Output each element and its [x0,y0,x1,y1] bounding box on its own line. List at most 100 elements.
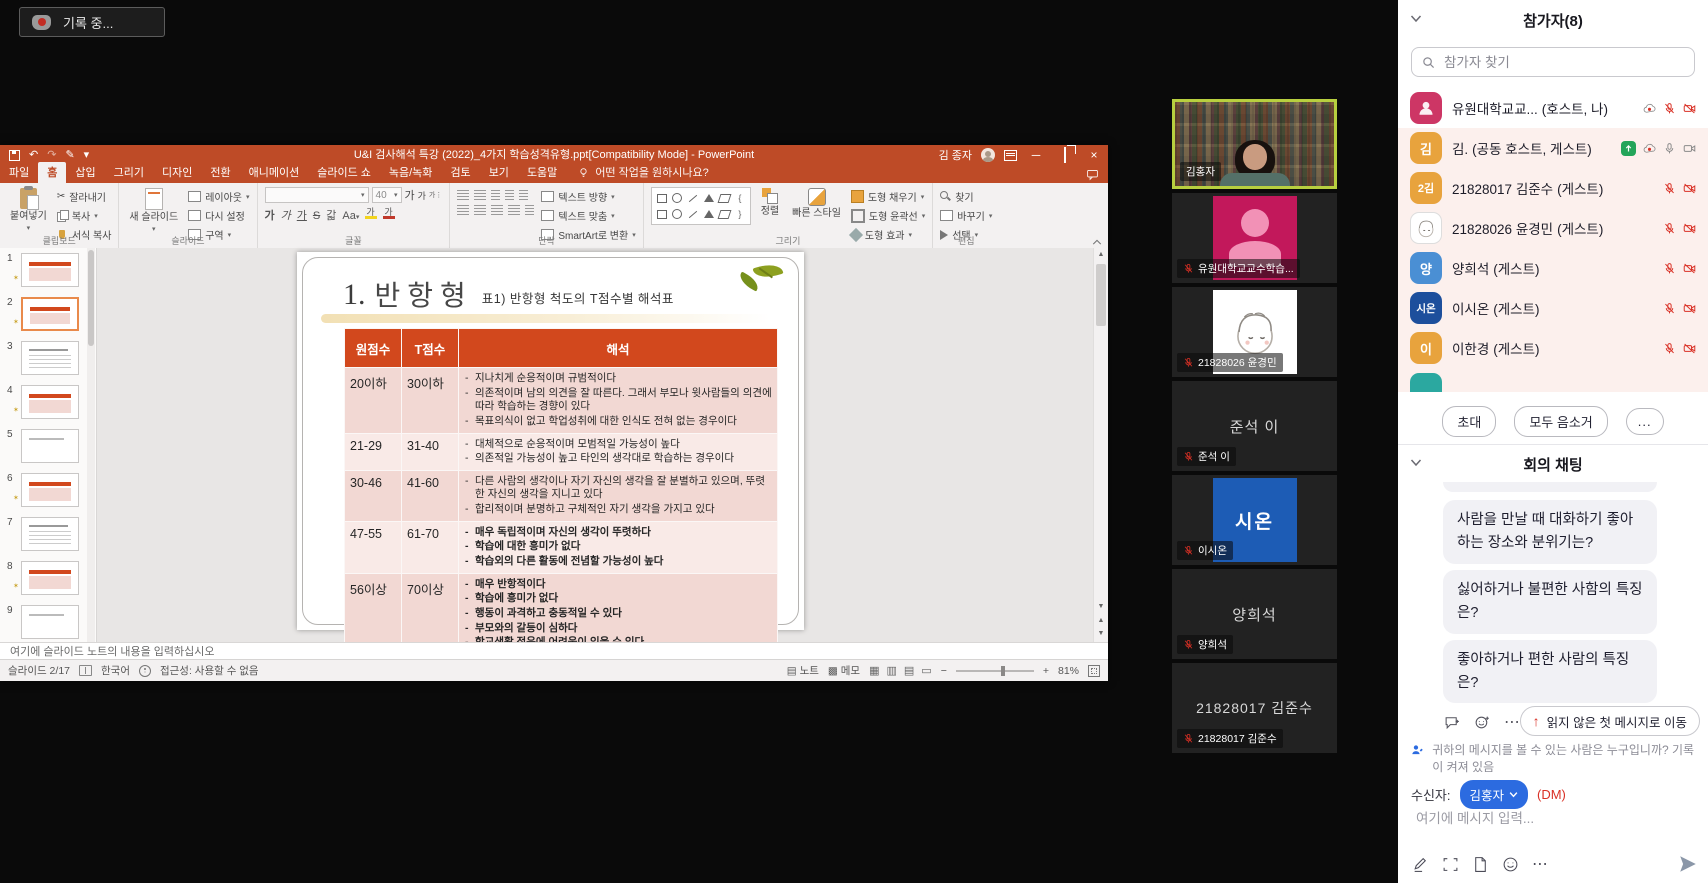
line-spacing-icon[interactable] [519,190,528,200]
slide-thumbnail-1[interactable]: 1✶ [0,250,96,294]
tab-insert[interactable]: 삽입 [66,162,104,183]
collapse-ribbon-icon[interactable] [1092,238,1102,246]
account-name[interactable]: 김 종자 [939,147,972,163]
video-tile-yang-heeseok[interactable]: 양희석 양희석 [1172,569,1337,659]
video-tile-university[interactable]: 유원대학교교수학습... [1172,193,1337,283]
undo-icon[interactable]: ↶ [29,150,38,161]
thumbnail-scrollbar[interactable] [87,248,95,642]
video-tile-yoon-kyungmin[interactable]: 21828026 윤경민 [1172,287,1337,377]
video-tile-junseok-lee[interactable]: 준석 이 준석 이 [1172,381,1337,471]
zoom-out-icon[interactable]: − [941,665,947,677]
tab-animations[interactable]: 애니메이션 [240,162,309,183]
slide-thumbnail-9[interactable]: 9 [0,602,96,642]
participant-row[interactable]: 시온 이시온(게스트) [1398,288,1708,328]
participant-row-cohost[interactable]: 김 김.(공동 호스트, 게스트) [1398,128,1708,168]
columns-icon[interactable] [525,205,534,215]
char-case-icon[interactable]: Aa▾ [342,210,359,222]
italic-icon[interactable]: 가 [281,207,291,223]
restore-button[interactable] [1055,145,1075,165]
minimize-button[interactable]: ─ [1026,145,1046,165]
find-button[interactable]: 찾기 [940,189,992,204]
tab-draw[interactable]: 그리기 [105,162,153,183]
slide-indicator[interactable]: 슬라이드 2/17 [8,663,70,678]
tab-record[interactable]: 녹음/녹화 [380,162,442,183]
align-center-icon[interactable] [474,205,486,215]
align-right-icon[interactable] [491,205,503,215]
zoom-level[interactable]: 81% [1058,665,1079,677]
file-icon[interactable] [1472,856,1489,873]
language-indicator[interactable]: 한국어 [101,663,130,678]
participant-search-input[interactable] [1442,54,1684,71]
comments-toggle[interactable]: ▩ 메모 [828,663,860,678]
participant-row[interactable]: 이 이한경(게스트) [1398,328,1708,368]
reading-view-icon[interactable]: ▤ [904,664,914,677]
paste-button[interactable]: 붙여넣기 ▾ [7,187,50,234]
notes-pane[interactable]: 여기에 슬라이드 노트의 내용을 입력하십시오 [0,642,1108,659]
scrollbar-thumb[interactable] [1096,264,1106,326]
tab-file[interactable]: 파일 [0,162,38,183]
decrease-indent-icon[interactable] [491,190,500,200]
slide-thumbnail-7[interactable]: 7 [0,514,96,558]
pen-icon[interactable]: ✎ [65,150,74,161]
tab-help[interactable]: 도움말 [518,162,566,183]
slide-thumbnail-4[interactable]: 4✶ [0,382,96,426]
slide[interactable]: 1. 반항형 표1) 반항형 척도의 T점수별 해석표 원점수 T점수 해석 2… [297,252,804,630]
slide-sorter-icon[interactable]: ▥ [886,664,896,677]
font-color-icon[interactable] [383,207,395,219]
recipient-selector[interactable]: 김홍자 [1460,780,1529,809]
chat-input-field[interactable] [1414,810,1696,827]
canvas-scrollbar[interactable]: ▲ ▼ ▲ ▼ [1093,248,1108,642]
strikethrough-icon[interactable]: S [313,210,320,222]
underline-icon[interactable]: 가 [297,207,307,223]
participant-row-partial[interactable] [1398,368,1708,392]
add-reaction-icon[interactable] [1474,714,1491,731]
increase-indent-icon[interactable] [505,190,514,200]
justify-icon[interactable] [508,205,520,215]
align-left-icon[interactable] [457,205,469,215]
fit-to-window-icon[interactable] [1088,665,1100,677]
participant-row[interactable]: 21828026 윤경민(게스트) [1398,208,1708,248]
zoom-in-icon[interactable]: + [1043,665,1049,677]
bullets-icon[interactable] [457,190,469,200]
mute-all-button[interactable]: 모두 음소거 [1514,406,1607,437]
accessibility-status[interactable]: 접근성: 사용할 수 없음 [160,663,259,678]
shape-outline-button[interactable]: 도형 윤곽선▾ [851,208,925,223]
video-tile-kim-junsu[interactable]: 21828017 김준수 21828017 김준수 [1172,663,1337,753]
reset-button[interactable]: 다시 설정 [188,208,249,223]
redo-icon[interactable]: ↷ [47,150,56,161]
slide-thumbnail-6[interactable]: 6✶ [0,470,96,514]
save-icon[interactable] [9,150,20,161]
chat-message-list[interactable]: 사람을 만날 때 대화하기 좋아하는 장소와 분위기는? 싫어하거나 불편한 사… [1398,482,1708,704]
shadow-icon[interactable]: 갋 [326,207,336,223]
participant-row[interactable]: 2김 21828017 김준수(게스트) [1398,168,1708,208]
comments-icon[interactable] [1086,168,1099,183]
zoom-slider[interactable] [956,670,1034,672]
arrange-button[interactable]: 정렬 [758,187,782,219]
text-direction-button[interactable]: 텍스트 방향▾ [541,189,635,204]
format-icon[interactable] [1412,856,1429,873]
new-slide-button[interactable]: 새 슬라이드 ▾ [126,187,181,235]
send-button[interactable] [1678,854,1698,874]
next-slide-icon[interactable]: ▼ [1094,628,1108,640]
font-size-select[interactable]: 40▾ [372,187,402,203]
normal-view-icon[interactable]: ▦ [869,664,879,677]
ribbon-display-options-icon[interactable] [1004,150,1017,161]
scroll-down-icon[interactable]: ▼ [1094,601,1108,613]
more-options-button[interactable]: ... [1626,408,1664,435]
close-button[interactable]: × [1084,145,1104,165]
notes-toggle[interactable]: ▤ 노트 [787,663,819,678]
emoji-icon[interactable] [1502,856,1519,873]
shrink-font-icon[interactable]: 가 [418,189,426,202]
participant-search[interactable] [1411,47,1695,77]
tab-slideshow[interactable]: 슬라이드 쇼 [308,162,380,183]
chat-input[interactable] [1414,810,1692,828]
font-name-select[interactable]: ▾ [265,187,369,203]
layout-button[interactable]: 레이아웃▾ [188,189,249,204]
reply-icon[interactable] [1444,714,1461,731]
copy-button[interactable]: 복사▾ [57,208,112,223]
account-avatar[interactable] [981,148,995,162]
tab-design[interactable]: 디자인 [153,162,201,183]
highlight-color-icon[interactable] [365,207,377,219]
video-tile-lee-sion[interactable]: 시온 이시온 [1172,475,1337,565]
quick-styles-button[interactable]: 빠른 스타일 [789,187,844,221]
